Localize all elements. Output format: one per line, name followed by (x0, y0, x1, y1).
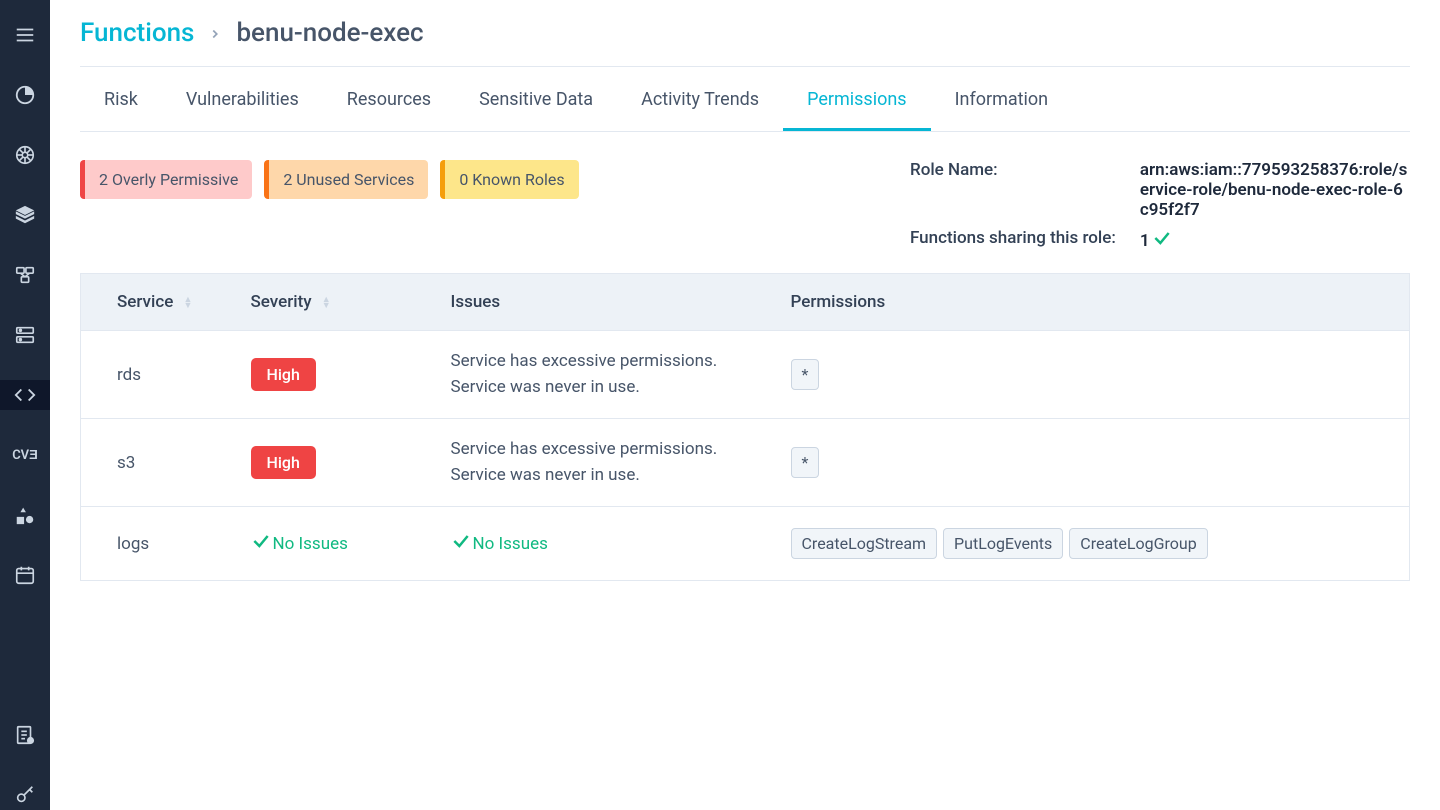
tab-risk[interactable]: Risk (80, 67, 162, 131)
kubernetes-icon[interactable] (0, 140, 50, 170)
sort-icon: ▲▼ (322, 297, 331, 309)
permission-chip: * (791, 359, 820, 390)
tab-activity-trends[interactable]: Activity Trends (617, 67, 783, 131)
summary-badge[interactable]: 2 Unused Services (264, 160, 428, 199)
main-content: Functions benu-node-exec RiskVulnerabili… (50, 0, 1440, 810)
tab-information[interactable]: Information (931, 67, 1073, 131)
issue-text: Service was never in use. (451, 375, 751, 401)
cell-severity: No Issues (231, 507, 431, 581)
sharing-value: 1 (1140, 228, 1410, 253)
breadcrumb-parent[interactable]: Functions (80, 18, 194, 48)
no-issues-indicator: No Issues (251, 531, 348, 556)
summary-badges: 2 Overly Permissive 2 Unused Services 0 Kn… (80, 160, 579, 199)
issue-text: Service has excessive permissions. (451, 349, 751, 375)
cell-service: logs (81, 507, 231, 581)
summary-badge[interactable]: 2 Overly Permissive (80, 160, 252, 199)
calendar-icon[interactable] (0, 560, 50, 590)
sort-icon: ▲▼ (184, 297, 193, 309)
sharing-count: 1 (1140, 231, 1150, 251)
cell-permissions: CreateLogStreamPutLogEventsCreateLogGrou… (771, 507, 1410, 581)
breadcrumb-current: benu-node-exec (236, 18, 423, 48)
sidebar: CVƎ (0, 0, 50, 810)
layers-icon[interactable] (0, 200, 50, 230)
issue-text: Service was never in use. (451, 463, 751, 489)
cell-issues: Service has excessive permissions.Servic… (431, 419, 771, 507)
check-icon (251, 531, 271, 556)
table-row: s3 High Service has excessive permissions.… (81, 419, 1410, 507)
menu-toggle[interactable] (0, 20, 50, 50)
severity-pill: High (251, 358, 316, 391)
no-issues-indicator: No Issues (451, 531, 548, 556)
summary-badge[interactable]: 0 Known Roles (440, 160, 578, 199)
cell-issues: Service has excessive permissions.Servic… (431, 331, 771, 419)
role-name-label: Role Name: (910, 160, 1116, 220)
table-row: rds High Service has excessive permissions… (81, 331, 1410, 419)
cell-permissions: * (771, 419, 1410, 507)
policies-icon[interactable] (0, 500, 50, 530)
tab-vulnerabilities[interactable]: Vulnerabilities (162, 67, 323, 131)
sharing-label: Functions sharing this role: (910, 228, 1116, 253)
permission-chip: PutLogEvents (943, 528, 1063, 559)
th-service[interactable]: Service ▲▼ (81, 274, 231, 331)
th-severity[interactable]: Severity ▲▼ (231, 274, 431, 331)
summary-row: 2 Overly Permissive 2 Unused Services 0 Kn… (80, 132, 1410, 273)
chevron-right-icon (208, 18, 222, 48)
cell-service: s3 (81, 419, 231, 507)
severity-pill: High (251, 446, 316, 479)
cell-severity: High (231, 331, 431, 419)
role-meta: Role Name: arn:aws:iam::779593258376:rol… (910, 160, 1410, 253)
breadcrumb: Functions benu-node-exec (80, 0, 1410, 67)
functions-icon[interactable] (0, 380, 50, 410)
reports-icon[interactable] (0, 720, 50, 750)
permission-chip: CreateLogGroup (1069, 528, 1207, 559)
check-icon (451, 531, 471, 556)
cell-issues: No Issues (431, 507, 771, 581)
th-issues: Issues (431, 274, 771, 331)
tabs: RiskVulnerabilitiesResourcesSensitive Da… (80, 67, 1410, 132)
dashboard-icon[interactable] (0, 80, 50, 110)
cell-permissions: * (771, 331, 1410, 419)
permission-chip: CreateLogStream (791, 528, 938, 559)
role-name-value: arn:aws:iam::779593258376:role/service-r… (1140, 160, 1410, 220)
tab-permissions[interactable]: Permissions (783, 67, 931, 131)
containers-icon[interactable] (0, 260, 50, 290)
permissions-table: Service ▲▼ Severity ▲▼ Issues Permission… (80, 273, 1410, 581)
cves-icon[interactable]: CVƎ (0, 440, 50, 470)
table-row: logs No Issues No Issues CreateLogStreamPut… (81, 507, 1410, 581)
cell-severity: High (231, 419, 431, 507)
tab-sensitive-data[interactable]: Sensitive Data (455, 67, 617, 131)
check-icon (1152, 228, 1172, 253)
key-icon[interactable] (0, 780, 50, 810)
servers-icon[interactable] (0, 320, 50, 350)
cell-service: rds (81, 331, 231, 419)
th-permissions: Permissions (771, 274, 1410, 331)
tab-resources[interactable]: Resources (323, 67, 455, 131)
issue-text: Service has excessive permissions. (451, 437, 751, 463)
permission-chip: * (791, 447, 820, 478)
